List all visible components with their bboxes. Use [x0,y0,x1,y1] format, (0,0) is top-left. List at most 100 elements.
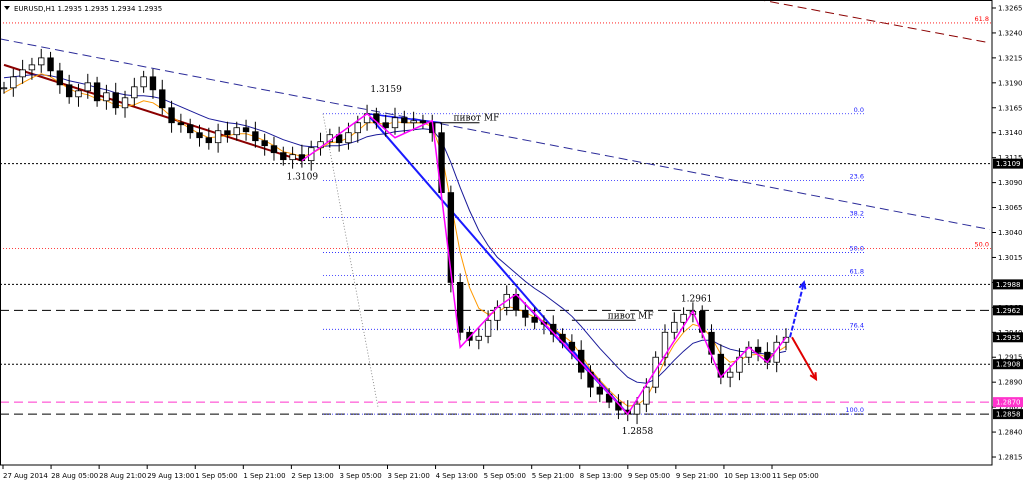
higher-trendline [758,0,991,44]
triangle-down-icon[interactable] [4,6,10,10]
x-tick-label: 28 Aug 05:00 [51,472,98,480]
fib-level-label: 100.0 [845,406,864,414]
y-tick-label: 1.3065 [998,204,1023,212]
y-tick-label: 1.3040 [998,229,1023,237]
price-annotation: 1.3159 [370,85,402,95]
candle-body [643,386,650,405]
y-tick-label: 1.3165 [998,104,1023,112]
candle-body [140,76,147,88]
candle-body [726,371,734,378]
y-tick-label: 1.3265 [998,4,1023,12]
candle-body [19,69,26,78]
fib-anchor-line [322,113,379,408]
y-tick-label: 1.3090 [998,179,1023,187]
fib-level-label: 23.6 [850,173,864,181]
price-annotation: 1.2858 [622,427,654,437]
red-fib-label: 50.0 [975,240,989,248]
zigzag [301,112,787,416]
x-tick-label: 3 Sep 21:00 [388,472,430,480]
x-tick-label: 1 Sep 21:00 [243,472,285,480]
candle-body [680,313,687,323]
candle-body [168,107,175,124]
axes: 1.3265 1.3240 1.3215 1.3190 1.3165 1.3140 1.31… [0,0,1023,480]
price-box-label: 1.2870 [996,399,1021,407]
pivot-label: пивот MF [608,311,654,321]
candle-body [280,152,287,161]
y-tick-label: 1.3240 [998,29,1023,37]
candle-body [671,321,678,333]
candle-body [633,403,641,415]
chart-header-text: EURUSD,H1 1.2935 1.2935 1.2934 1.2935 [14,5,162,13]
x-tick-label: 5 Sep 21:00 [532,472,574,480]
price-box-label: 1.2962 [996,307,1021,315]
candle-body [456,281,464,333]
chart-header: EURUSD,H1 1.2935 1.2935 1.2934 1.2935 [4,5,162,13]
candle-body [596,386,604,395]
x-tick-label: 1 Sep 05:00 [195,472,237,480]
price-annotation: 1.2961 [681,294,713,304]
y-tick-label: 1.2890 [998,379,1023,387]
candle-body [186,124,194,134]
candle-body [410,120,417,124]
candle-body [233,127,240,136]
candle-body [382,122,389,129]
candle-body [84,82,91,92]
candle-body [484,319,492,337]
candle-body [754,346,762,353]
x-tick-label: 27 Aug 2014 [3,472,48,480]
candle-body [10,76,17,89]
candle-body [289,154,296,161]
candle-body [475,335,482,341]
y-tick-label: 1.2840 [998,429,1023,437]
resistance-trendline [0,38,991,230]
candle-body [261,140,268,147]
x-tick-label: 9 Sep 05:00 [628,472,670,480]
trend-lines [0,0,991,415]
candle-body [401,117,408,124]
x-tick-label: 28 Aug 21:00 [99,472,146,480]
fib-level-label: 50.0 [850,244,864,252]
candle-body [522,309,529,318]
candle-body [345,132,352,144]
fib-level-label: 38.2 [850,210,864,218]
candle-body [65,84,73,98]
x-tick-label: 9 Sep 21:00 [676,472,718,480]
candle-body [47,57,54,72]
candle-body [56,70,64,86]
x-tick-label: 5 Sep 05:00 [484,472,526,480]
price-chart[interactable]: 61.8 50.0 0.0 23.6 38.2 50.0 61.8 76.4 100.0 1.3… [0,0,1024,482]
y-tick-label: 1.3190 [998,79,1023,87]
price-box-label: 1.3109 [996,160,1021,168]
chart-canvas[interactable]: 61.8 50.0 0.0 23.6 38.2 50.0 61.8 76.4 100.0 1.3… [0,0,1024,482]
arrow-down [791,336,817,380]
candle-body [391,117,399,129]
candle-body [205,137,213,144]
price-box-label: 1.2908 [996,361,1021,369]
candle-body [75,90,82,98]
candle-body [196,132,203,139]
main-downtrend-line [366,113,629,415]
candle-body [354,122,361,134]
candle-body [121,97,129,109]
candle-body [28,64,36,71]
candle-body [38,57,45,66]
y-tick-label: 1.3015 [998,254,1023,262]
price-box-label: 1.2858 [996,411,1021,419]
candle-body [270,145,278,154]
red-fib-label: 61.8 [975,15,989,23]
x-tick-label: 4 Sep 13:00 [436,472,478,480]
x-tick-label: 29 Aug 13:00 [147,472,194,480]
candle-body [131,86,138,99]
y-tick-label: 1.2815 [998,454,1023,462]
fib-level-label: 61.8 [850,267,864,275]
x-tick-label: 8 Sep 13:00 [580,472,622,480]
candle-body [177,122,185,126]
candle-body [103,92,110,102]
candle-body [159,89,166,109]
price-box-label: 1.2988 [996,281,1021,289]
x-tick-label: 11 Sep 05:00 [772,472,819,480]
pivot-label: пивот MF [454,114,500,124]
candle-body [149,76,157,91]
candle-body [112,92,119,109]
fib-level-label: 0.0 [854,106,864,114]
